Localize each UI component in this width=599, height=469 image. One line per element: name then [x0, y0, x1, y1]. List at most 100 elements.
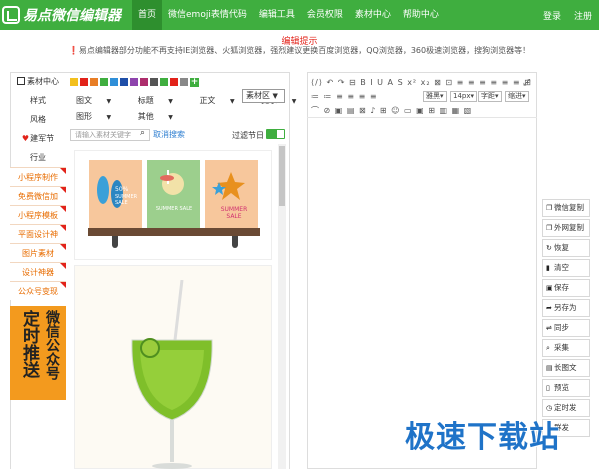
- poster-sale-text: SUMMER SALE: [155, 206, 193, 212]
- sync-icon: ⇌: [546, 324, 552, 332]
- sync-button[interactable]: ⇌ 同步: [542, 319, 590, 337]
- category-graphic-text[interactable]: 图文 ▼: [76, 96, 123, 105]
- material-sidebar: 素材中心 样式 风格 ♥建军节 行业 小程序制作 免费微信加 小程序模板 平面设…: [10, 72, 66, 300]
- action-label: 保存: [554, 283, 569, 292]
- material-area-select[interactable]: 素材区 ▼: [242, 89, 285, 103]
- chevron-down-icon: ▼: [291, 98, 297, 105]
- logo[interactable]: 易点微信编辑器: [2, 4, 121, 26]
- sidebar-ad-link[interactable]: 平面设计神: [10, 224, 66, 243]
- logo-text: 易点微信编辑器: [23, 8, 121, 24]
- color-swatch[interactable]: [180, 78, 188, 86]
- cocktail-glass-image: [131, 280, 213, 469]
- logo-icon: [2, 6, 20, 24]
- color-swatch[interactable]: [70, 78, 78, 86]
- heart-icon: ♥: [21, 134, 30, 143]
- nav-edit-tools[interactable]: 编辑工具: [253, 0, 301, 30]
- sidebar-ad-link[interactable]: 小程序制作: [10, 167, 66, 186]
- summer-sale-poster: 50% SUMMER SALE: [89, 160, 142, 228]
- color-swatch[interactable]: [150, 78, 158, 86]
- sidebar-ad-link[interactable]: 图片素材: [10, 243, 66, 262]
- font-family-select[interactable]: 雅黑▾: [423, 91, 447, 102]
- preview-button[interactable]: ▯ 预览: [542, 379, 590, 397]
- poster-sale-text: SUMMER SALE: [115, 194, 138, 206]
- chevron-down-icon: ▼: [168, 114, 173, 121]
- action-label: 恢复: [554, 243, 569, 252]
- nav-membership[interactable]: 会员权限: [301, 0, 349, 30]
- scheduled-push-banner[interactable]: 微信公众号 定时推送: [10, 306, 66, 400]
- color-swatch[interactable]: [130, 78, 138, 86]
- sidebar-item-theme[interactable]: 风格: [10, 110, 66, 129]
- color-swatch[interactable]: [80, 78, 88, 86]
- watermark: 极速下载站: [405, 420, 560, 455]
- color-swatch[interactable]: [160, 78, 168, 86]
- save-icon: ▣: [546, 284, 553, 292]
- color-swatch[interactable]: [140, 78, 148, 86]
- category-other[interactable]: 其他 ▼: [138, 112, 185, 121]
- color-swatch[interactable]: [110, 78, 118, 86]
- color-swatch[interactable]: [120, 78, 128, 86]
- sidebar-head[interactable]: 素材中心: [10, 72, 66, 91]
- chevron-down-icon: ▼: [272, 92, 278, 100]
- editor-toolbar-row-2[interactable]: ≔ ≔ ≡ ≡ ≡ ≡: [311, 92, 378, 101]
- wooden-shelf: [88, 228, 260, 236]
- material-search-input[interactable]: 请输入素材关键字: [70, 129, 150, 141]
- grid-icon: [17, 77, 25, 85]
- editor-panel[interactable]: [307, 72, 537, 469]
- color-swatch[interactable]: [90, 78, 98, 86]
- category-label: 图形: [76, 112, 92, 121]
- register-link[interactable]: 注册: [574, 9, 592, 22]
- chevron-down-icon: ▾: [470, 92, 475, 100]
- editor-toolbar-row-1[interactable]: ⟨/⟩ ↶ ↷ ⊟ B I U A S x² x₂ ⊠ ⊡ ≡ ≡ ≡ ≡ ≡ …: [311, 78, 532, 87]
- poster-percent: 50%: [115, 186, 129, 193]
- nav-emoji[interactable]: 微信emoji表情代码: [162, 0, 253, 30]
- chevron-down-icon: ▼: [168, 98, 173, 105]
- search-icon[interactable]: ⌕: [140, 128, 145, 138]
- editor-divider: [307, 117, 537, 118]
- chevron-down-icon: ▼: [106, 98, 112, 105]
- action-label: 同步: [554, 323, 569, 332]
- indent-value: 缩进: [508, 92, 522, 100]
- save-button[interactable]: ▣保存: [542, 279, 590, 297]
- chevron-down-icon: ▼: [229, 98, 235, 105]
- sidebar-ad-link[interactable]: 设计神器: [10, 262, 66, 281]
- wechat-copy-button[interactable]: ❐ 微信复制: [542, 199, 590, 217]
- category-body[interactable]: 正文 ▼: [199, 96, 246, 105]
- sidebar-item-style[interactable]: 样式: [10, 91, 66, 110]
- color-swatch[interactable]: [100, 78, 108, 86]
- fullscreen-icon[interactable]: ⤢: [523, 78, 530, 88]
- letter-spacing-select[interactable]: 字距▾: [478, 91, 502, 102]
- sidebar-item-industry[interactable]: 行业: [10, 148, 66, 167]
- search-icon: ⌕: [546, 344, 550, 352]
- nav-help[interactable]: 帮助中心: [397, 0, 445, 30]
- add-color-button[interactable]: +: [190, 78, 199, 87]
- category-title[interactable]: 标题 ▼: [138, 96, 185, 105]
- save-as-button[interactable]: ➦ 另存为: [542, 299, 590, 317]
- long-image-button[interactable]: ▤长图文: [542, 359, 590, 377]
- filter-festival-toggle[interactable]: [266, 129, 285, 139]
- material-scrollbar-thumb[interactable]: [279, 146, 285, 206]
- sidebar-ad-link[interactable]: 小程序模板: [10, 205, 66, 224]
- sidebar-ad-link[interactable]: 免费微信加: [10, 186, 66, 205]
- editor-toolbar-row-3[interactable]: ⌒ ⊘ ▣ ▤ ⊠ ♪ ⊞ ☺ ▭ ▣ ⊞ ▥ ▦ ▧: [311, 105, 472, 116]
- nav-material-center[interactable]: 素材中心: [349, 0, 397, 30]
- login-link[interactable]: 登录: [543, 9, 561, 22]
- sidebar-ad-link[interactable]: 公众号变现: [10, 281, 66, 300]
- clear-button[interactable]: ▮ 清空: [542, 259, 590, 277]
- action-label: 另存为: [554, 303, 577, 312]
- copy-icon: ❐: [546, 204, 553, 212]
- action-label: 定时发: [554, 403, 577, 412]
- filter-festival-label: 过滤节日: [232, 131, 264, 140]
- restore-button[interactable]: ↻ 恢复: [542, 239, 590, 257]
- collect-button[interactable]: ⌕ 采集: [542, 339, 590, 357]
- font-size-select[interactable]: 14px▾: [450, 91, 478, 102]
- nav-home[interactable]: 首页: [132, 0, 163, 30]
- phone-icon: ▯: [546, 384, 550, 392]
- external-copy-button[interactable]: ❐ 外网复制: [542, 219, 590, 237]
- color-swatch[interactable]: [170, 78, 178, 86]
- sidebar-item-festival[interactable]: ♥建军节: [10, 129, 66, 148]
- shelf-bracket: [232, 236, 238, 248]
- action-label: 长图文: [554, 363, 577, 372]
- cancel-search-link[interactable]: 取消搜索: [153, 129, 185, 140]
- indent-select[interactable]: 缩进▾: [505, 91, 529, 102]
- category-shape[interactable]: 图形 ▼: [76, 112, 123, 121]
